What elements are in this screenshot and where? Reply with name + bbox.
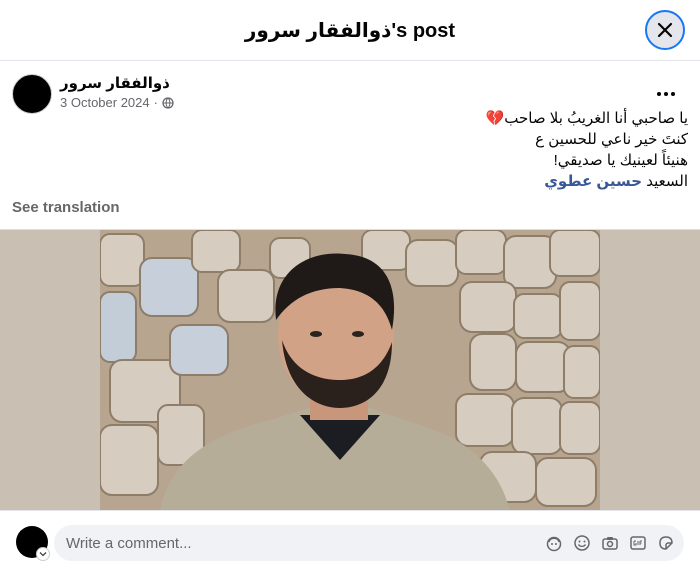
camera-button[interactable]: [600, 533, 620, 553]
avatar-sticker-icon: [546, 536, 562, 552]
sticker-icon: [659, 536, 673, 550]
comment-composer: [0, 510, 700, 577]
dialog-title: ذوالفقار سرور's post: [244, 19, 456, 42]
gif-icon: [630, 536, 646, 550]
see-translation-link[interactable]: See translation: [12, 199, 120, 216]
comment-box[interactable]: [54, 525, 684, 561]
comment-input[interactable]: [54, 525, 524, 561]
mention-link[interactable]: حسين عطوي: [544, 173, 642, 190]
comment-tools: [544, 533, 676, 553]
post-text: يا صاحبي أنا الغريبُ بلا صاحب💔 كنتَ خير …: [88, 108, 688, 192]
globe-icon: [162, 96, 174, 109]
emoji-icon: [574, 535, 590, 551]
post-line-3: هنيئاً لعينيك يا صديقي!: [553, 152, 688, 169]
more-options-button[interactable]: [648, 76, 684, 112]
more-icon: [657, 92, 675, 96]
author-avatar[interactable]: [12, 74, 52, 114]
sticker-button[interactable]: [656, 533, 676, 553]
chevron-down-icon: [39, 552, 47, 557]
close-button[interactable]: [645, 10, 685, 50]
post-photo-container[interactable]: [0, 229, 700, 510]
photo-image: [100, 230, 600, 510]
gif-button[interactable]: [628, 533, 648, 553]
camera-icon: [602, 537, 618, 550]
post-line-2: كنتَ خير ناعي للحسين ع: [535, 131, 688, 148]
avatar-sticker-button[interactable]: [544, 533, 564, 553]
dialog-header: ذوالفقار سرور's post: [0, 0, 700, 61]
emoji-button[interactable]: [572, 533, 592, 553]
post-line-4: السعيد حسين عطوي: [88, 171, 688, 192]
post-photo[interactable]: [100, 230, 600, 510]
post-line-1: يا صاحبي أنا الغريبُ بلا صاحب💔: [485, 110, 688, 127]
close-icon: [657, 22, 673, 38]
avatar-chevron-badge[interactable]: [36, 547, 50, 561]
author-name[interactable]: ذوالفقار سرور: [60, 74, 170, 92]
post-line-4-prefix: السعيد: [646, 173, 688, 190]
